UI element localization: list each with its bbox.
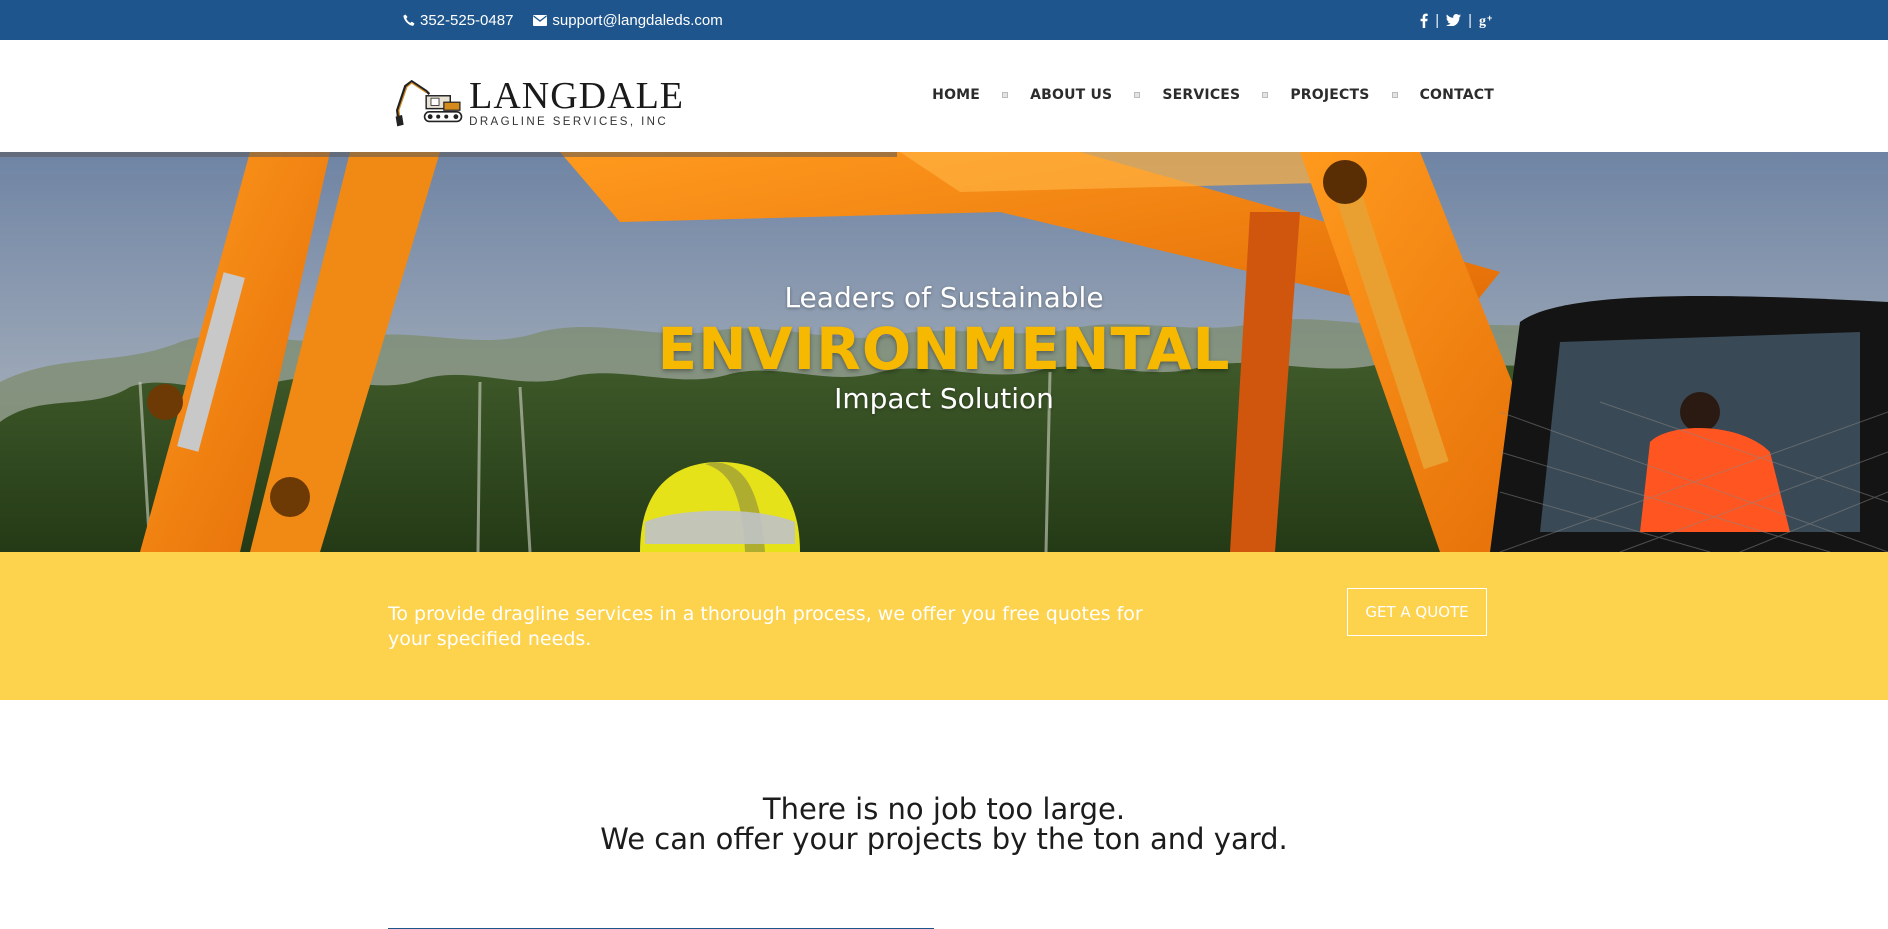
contact-info: 352-525-0487 support@langdaleds.com [403, 0, 743, 40]
nav-item-home[interactable]: HOME [932, 87, 980, 103]
email-link[interactable]: support@langdaleds.com [533, 11, 723, 29]
envelope-icon [533, 14, 548, 26]
nav-item-contact[interactable]: CONTACT [1420, 87, 1494, 103]
site-logo[interactable]: LANGDALE DRAGLINE SERVICES, INC [394, 68, 684, 138]
excavator-logo-icon [395, 79, 463, 127]
hero-tagline: Impact Solution [834, 382, 1054, 415]
email-address: support@langdaleds.com [552, 11, 723, 29]
hero-slider[interactable]: Leaders of Sustainable ENVIRONMENTAL Imp… [0, 152, 1888, 552]
nav-separator [1262, 92, 1269, 98]
nav-separator [1134, 92, 1141, 98]
nav-item-projects[interactable]: PROJECTS [1290, 87, 1369, 103]
quote-band-text: To provide dragline services in a thorou… [388, 603, 1143, 650]
tagline-section: There is no job too large. We can offer … [0, 794, 1888, 854]
svg-text:+: + [1487, 13, 1492, 23]
logo-subtitle: DRAGLINE SERVICES, INC [469, 116, 669, 128]
nav-separator [1002, 92, 1009, 98]
social-separator: | [1435, 11, 1440, 29]
hero-caption: Leaders of Sustainable ENVIRONMENTAL Imp… [0, 278, 1888, 418]
facebook-icon[interactable] [1420, 12, 1428, 28]
hero-subtitle: Leaders of Sustainable [784, 281, 1104, 314]
nav-separator [1391, 92, 1398, 98]
logo-text: LANGDALE DRAGLINE SERVICES, INC [469, 75, 684, 128]
main-nav: HOME ABOUT US SERVICES PROJECTS CONTACT [932, 80, 1494, 110]
social-links: | | g + [1420, 0, 1495, 40]
site-header: LANGDALE DRAGLINE SERVICES, INC HOME ABO… [0, 40, 1888, 152]
hero-headline: ENVIRONMENTAL [657, 315, 1231, 383]
tagline-line-1: There is no job too large. [762, 792, 1126, 826]
slider-progress-bar [0, 152, 897, 157]
svg-text:g: g [1479, 14, 1486, 28]
social-separator: | [1468, 11, 1472, 29]
quote-band: To provide dragline services in a thorou… [0, 552, 1888, 700]
phone-number: 352-525-0487 [420, 11, 514, 29]
phone-link[interactable]: 352-525-0487 [403, 12, 513, 29]
get-a-quote-button[interactable]: GET A QUOTE [1347, 588, 1487, 636]
twitter-icon[interactable] [1446, 12, 1462, 28]
nav-item-services[interactable]: SERVICES [1162, 87, 1240, 103]
tagline-line-2: We can offer your projects by the ton an… [600, 822, 1288, 856]
logo-name: LANGDALE [469, 75, 684, 117]
google-plus-icon[interactable]: g + [1479, 12, 1495, 28]
phone-icon [403, 14, 415, 26]
nav-item-about-us[interactable]: ABOUT US [1030, 87, 1112, 103]
top-bar: 352-525-0487 support@langdaleds.com | | … [0, 0, 1888, 40]
